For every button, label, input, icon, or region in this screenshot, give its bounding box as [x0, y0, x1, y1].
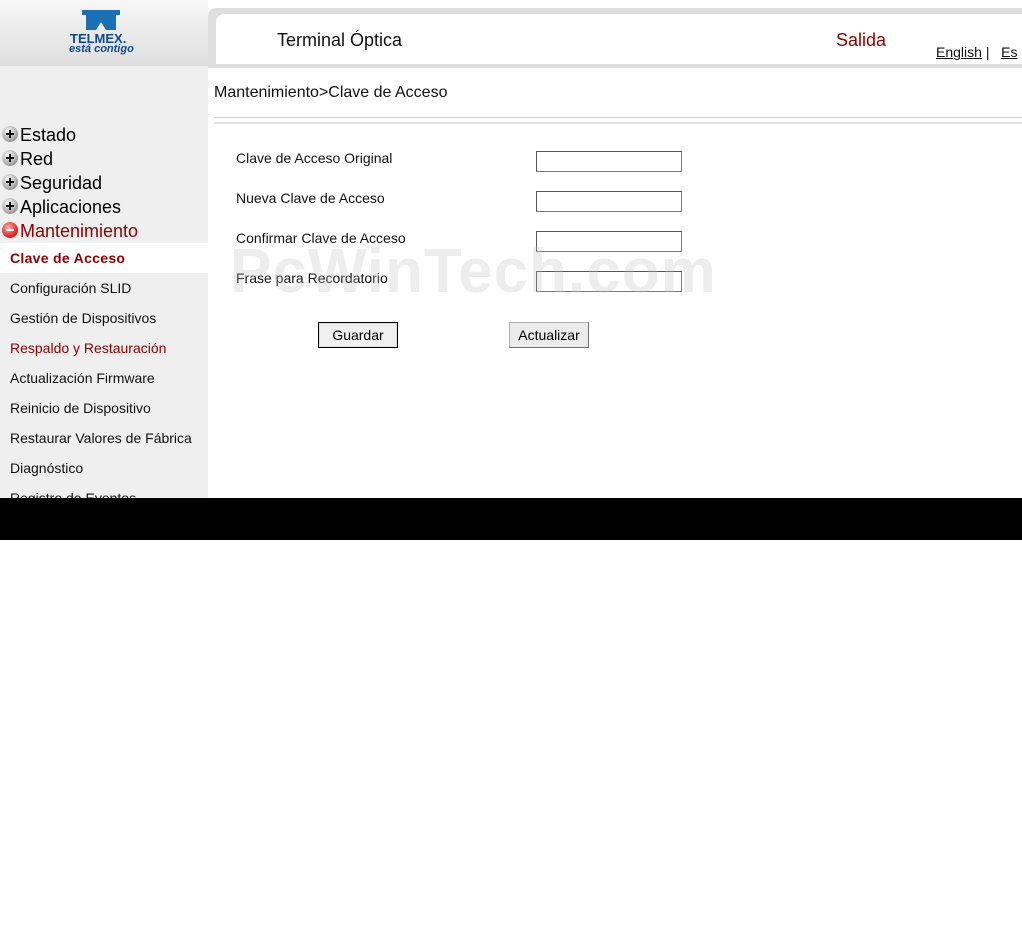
language-switcher: English | Es: [936, 44, 1017, 60]
submenu-registro-eventos[interactable]: Registro de Eventos: [0, 483, 208, 498]
bottom-bar: [0, 498, 1022, 540]
submenu-reinicio-dispositivo[interactable]: Reinicio de Dispositivo: [0, 393, 208, 423]
menu-seguridad[interactable]: Seguridad: [0, 171, 102, 195]
new-password-label: Nueva Clave de Acceso: [236, 190, 385, 206]
page-title: Terminal Óptica: [277, 30, 403, 50]
refresh-button[interactable]: Actualizar: [509, 322, 589, 348]
submenu-actualizacion-firmware[interactable]: Actualización Firmware: [0, 363, 208, 393]
original-password-label: Clave de Acceso Original: [236, 150, 393, 166]
plus-icon: [2, 150, 18, 166]
plus-icon: [2, 126, 18, 142]
telmex-logo[interactable]: TELMEX. está contigo: [66, 8, 146, 58]
original-password-input[interactable]: [536, 151, 682, 172]
confirm-password-input[interactable]: [536, 231, 682, 252]
new-password-input[interactable]: [536, 191, 682, 212]
menu-label: Red: [20, 149, 54, 169]
minus-icon: [2, 222, 18, 238]
reminder-phrase-input[interactable]: [536, 271, 682, 292]
menu-mantenimiento[interactable]: Mantenimiento: [0, 219, 138, 243]
menu-label: Aplicaciones: [20, 197, 122, 217]
menu-red[interactable]: Red: [0, 147, 53, 171]
logout-link[interactable]: Salida: [836, 30, 886, 51]
plus-icon: [2, 174, 18, 190]
submenu-configuracion-slid[interactable]: Configuración SLID: [0, 273, 208, 303]
submenu-respaldo-restauracion[interactable]: Respaldo y Restauración: [0, 333, 208, 363]
submenu-diagnostico[interactable]: Diagnóstico: [0, 453, 208, 483]
breadcrumb: Mantenimiento>Clave de Acceso: [214, 84, 448, 101]
menu-label: Mantenimiento: [20, 221, 139, 241]
lang-spanish-link[interactable]: Es: [1001, 44, 1017, 60]
lang-english-link[interactable]: English: [936, 44, 982, 60]
sidebar: TELMEX. está contigo Estado Red Segurida…: [0, 0, 208, 498]
submenu-clave-de-acceso[interactable]: Clave de Acceso: [0, 243, 208, 273]
telmex-logo-icon: [82, 10, 120, 30]
logo-tagline: está contigo: [69, 43, 134, 55]
confirm-password-label: Confirmar Clave de Acceso: [236, 230, 406, 246]
submenu-restaurar-valores[interactable]: Restaurar Valores de Fábrica: [0, 423, 208, 453]
menu-estado[interactable]: Estado: [0, 123, 76, 147]
lang-separator: |: [985, 44, 990, 60]
reminder-phrase-label: Frase para Recordatorio: [236, 270, 388, 286]
divider: [214, 117, 1022, 124]
menu-label: Estado: [20, 125, 77, 145]
menu-aplicaciones[interactable]: Aplicaciones: [0, 195, 121, 219]
save-button[interactable]: Guardar: [318, 322, 398, 348]
logo-area: TELMEX. está contigo: [0, 0, 208, 66]
menu-label: Seguridad: [20, 173, 103, 193]
plus-icon: [2, 198, 18, 214]
submenu-gestion-dispositivos[interactable]: Gestión de Dispositivos: [0, 303, 208, 333]
